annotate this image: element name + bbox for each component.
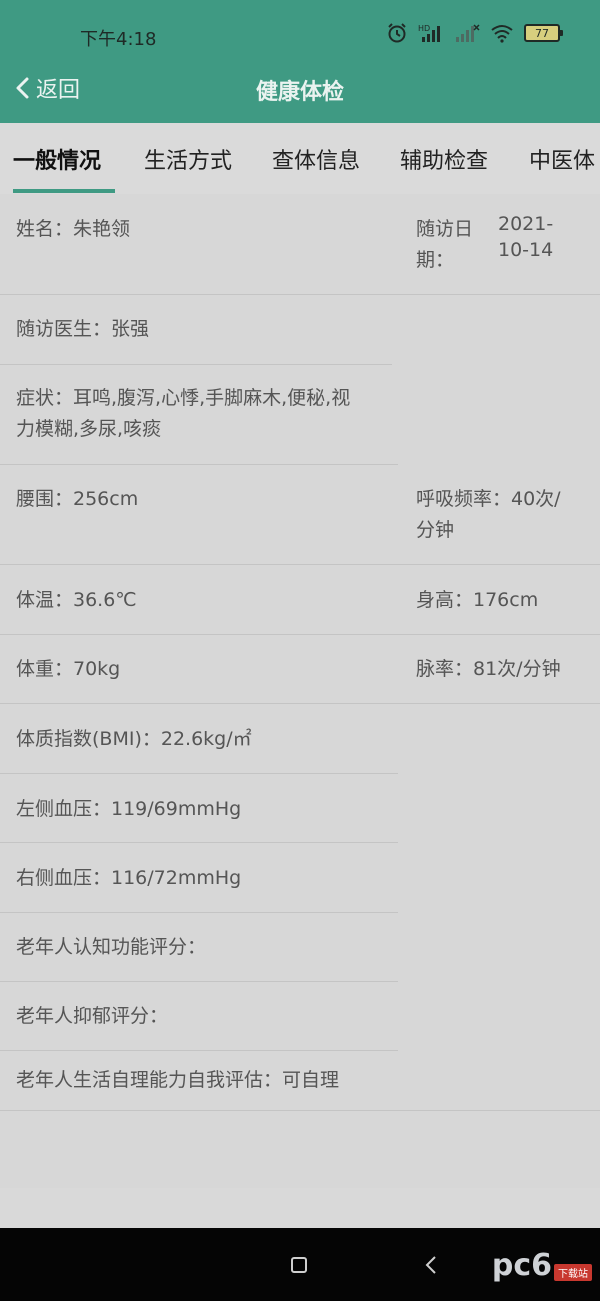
row-divider: [0, 703, 600, 704]
row-divider: [0, 912, 398, 913]
row-divider: [0, 564, 600, 565]
system-navigation-bar: pc6 下载站: [0, 1228, 600, 1301]
symptoms-line2: 力模糊,多尿,咳痰: [16, 418, 162, 440]
status-time: 下午4:18: [80, 29, 157, 50]
bp-right-field: 右侧血压：116/72mmHg: [16, 867, 242, 889]
tab-general[interactable]: 一般情况: [13, 143, 101, 175]
watermark-badge: 下载站: [554, 1264, 592, 1281]
temperature-field: 体温：36.6℃: [16, 589, 137, 611]
depression-score-field: 老年人抑郁评分：: [16, 1005, 169, 1027]
name-field: 姓名：朱艳领: [16, 218, 131, 240]
wifi-icon: [491, 25, 513, 43]
doctor-field: 随访医生：张强: [16, 318, 150, 340]
hd-signal-icon: HD: [418, 24, 440, 42]
status-icons: HD 77: [386, 22, 563, 44]
row-divider: [0, 773, 398, 774]
row-divider: [0, 1110, 600, 1111]
status-bar: 下午4:18 HD 77: [0, 0, 600, 56]
pulse-field: 脉率：81次/分钟: [416, 658, 561, 680]
battery-level: 77: [535, 27, 549, 40]
row-divider: [0, 294, 600, 295]
bp-left-field: 左侧血压：119/69mmHg: [16, 798, 242, 820]
alarm-icon: [388, 23, 406, 43]
row-divider: [0, 634, 600, 635]
app-header: 下午4:18 HD 77 返回 健康体检: [0, 0, 600, 123]
battery-icon: 77: [524, 24, 563, 42]
respiration-line2: 分钟: [416, 519, 455, 541]
pc6-watermark-logo: pc6 下载站: [492, 1248, 592, 1283]
self-care-field: 老年人生活自理能力自我评估：可自理: [16, 1069, 340, 1091]
row-divider: [0, 981, 398, 982]
tab-tcm[interactable]: 中医体: [529, 143, 595, 175]
row-divider: [0, 364, 392, 365]
row-divider: [0, 1050, 398, 1051]
tab-auxiliary-exam[interactable]: 辅助检查: [400, 143, 488, 175]
row-divider: [0, 464, 398, 465]
tab-bar: 一般情况 生活方式 查体信息 辅助检查 中医体: [0, 123, 600, 194]
navbar: 返回 健康体检: [0, 56, 600, 123]
respiration-line1: 呼吸频率：40次/: [416, 488, 561, 510]
no-signal-icon: [456, 24, 480, 42]
recents-button[interactable]: [291, 1257, 307, 1273]
bmi-field: 体质指数(BMI)：22.6kg/㎡: [16, 728, 252, 750]
watermark-text: pc6: [491, 1248, 552, 1283]
visit-date-label-line2: 期：: [416, 249, 455, 271]
waist-field: 腰围：256cm: [16, 488, 139, 510]
tab-physical-exam[interactable]: 查体信息: [272, 143, 360, 175]
symptoms-line1: 症状：耳鸣,腹泻,心悸,手脚麻木,便秘,视: [16, 387, 351, 409]
svg-text:HD: HD: [418, 24, 430, 33]
tab-indicator: [13, 189, 115, 193]
tab-lifestyle[interactable]: 生活方式: [144, 143, 232, 175]
height-field: 身高：176cm: [416, 589, 539, 611]
nav-back-icon[interactable]: [424, 1254, 438, 1276]
row-divider: [0, 842, 398, 843]
cognitive-score-field: 老年人认知功能评分：: [16, 936, 207, 958]
visit-date-label-line1: 随访日: [416, 218, 474, 240]
general-info-panel: 姓名：朱艳领 随访日 期： 2021- 10-14 随访医生：张强 症状：耳鸣,…: [0, 194, 600, 1188]
visit-date-value-line2: 10-14: [498, 239, 554, 261]
page-title: 健康体检: [255, 80, 344, 105]
weight-field: 体重：70kg: [16, 658, 121, 680]
